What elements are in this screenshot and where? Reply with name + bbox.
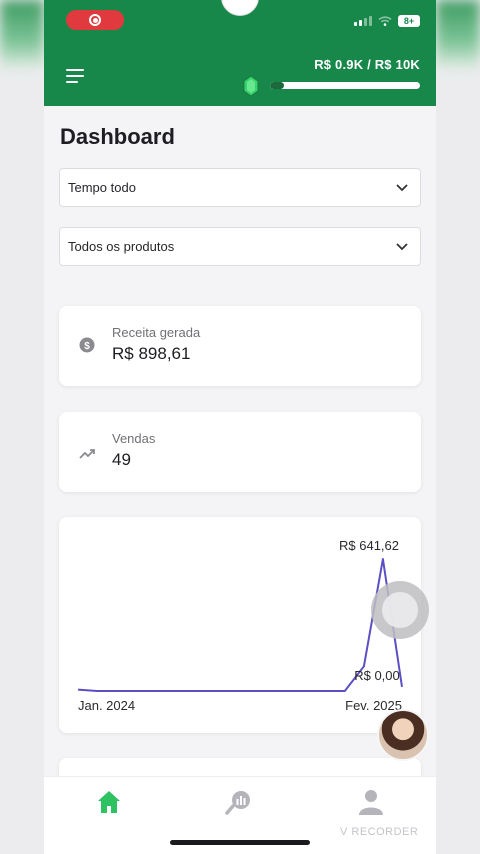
sales-label: Vendas — [112, 431, 156, 446]
background-left — [0, 0, 44, 854]
revenue-card: $ Receita gerada R$ 898,61 — [59, 306, 421, 386]
product-select-value: Todos os produtos — [68, 239, 175, 254]
sales-card: Vendas 49 — [59, 412, 421, 492]
period-select[interactable]: Tempo todo — [59, 168, 421, 207]
revenue-chart-svg: R$ 641,62 R$ 0,00 Jan. 2024 Fev. 2025 — [77, 538, 403, 713]
sales-value: 49 — [112, 450, 131, 469]
status-icons: 8+ — [354, 15, 420, 27]
revenue-chart: R$ 641,62 R$ 0,00 Jan. 2024 Fev. 2025 — [59, 517, 421, 733]
recorder-watermark: V RECORDER — [340, 826, 419, 838]
chevron-down-icon — [396, 242, 408, 250]
wifi-icon — [378, 16, 392, 26]
product-select[interactable]: Todos os produtos — [59, 227, 421, 266]
gem-icon — [243, 75, 259, 97]
chart-x-start-label: Jan. 2024 — [78, 698, 135, 713]
page-title: Dashboard — [60, 124, 175, 149]
app-header: 8+ R$ 0.9K / R$ 10K — [44, 0, 436, 106]
screen-record-indicator[interactable] — [66, 10, 124, 30]
camera-notch — [221, 0, 259, 16]
chart-min-label: R$ 0,00 — [354, 668, 400, 683]
revenue-value: R$ 898,61 — [112, 344, 191, 363]
user-avatar[interactable] — [377, 709, 429, 761]
home-icon[interactable] — [94, 787, 124, 817]
home-indicator[interactable] — [170, 840, 310, 845]
app-screen: 8+ R$ 0.9K / R$ 10K Dashboard Tempo todo… — [44, 0, 436, 854]
goal-progress-fill — [270, 82, 284, 89]
revenue-label: Receita gerada — [112, 325, 201, 340]
menu-icon[interactable] — [66, 69, 84, 83]
signal-icon — [354, 16, 372, 26]
assistive-touch-button[interactable] — [371, 581, 429, 639]
period-select-value: Tempo todo — [68, 180, 136, 195]
analytics-icon[interactable] — [224, 787, 254, 817]
revenue-goal-text: R$ 0.9K / R$ 10K — [314, 57, 420, 72]
trending-up-icon — [79, 449, 95, 459]
chevron-down-icon — [396, 183, 408, 191]
profile-icon[interactable] — [356, 787, 386, 817]
chart-max-label: R$ 641,62 — [339, 538, 399, 553]
background-right — [436, 0, 480, 854]
goal-progress-bar — [270, 82, 420, 89]
svg-text:$: $ — [84, 341, 90, 352]
battery-icon: 8+ — [398, 15, 420, 27]
record-icon — [89, 14, 101, 26]
dollar-circle-icon: $ — [79, 337, 95, 353]
